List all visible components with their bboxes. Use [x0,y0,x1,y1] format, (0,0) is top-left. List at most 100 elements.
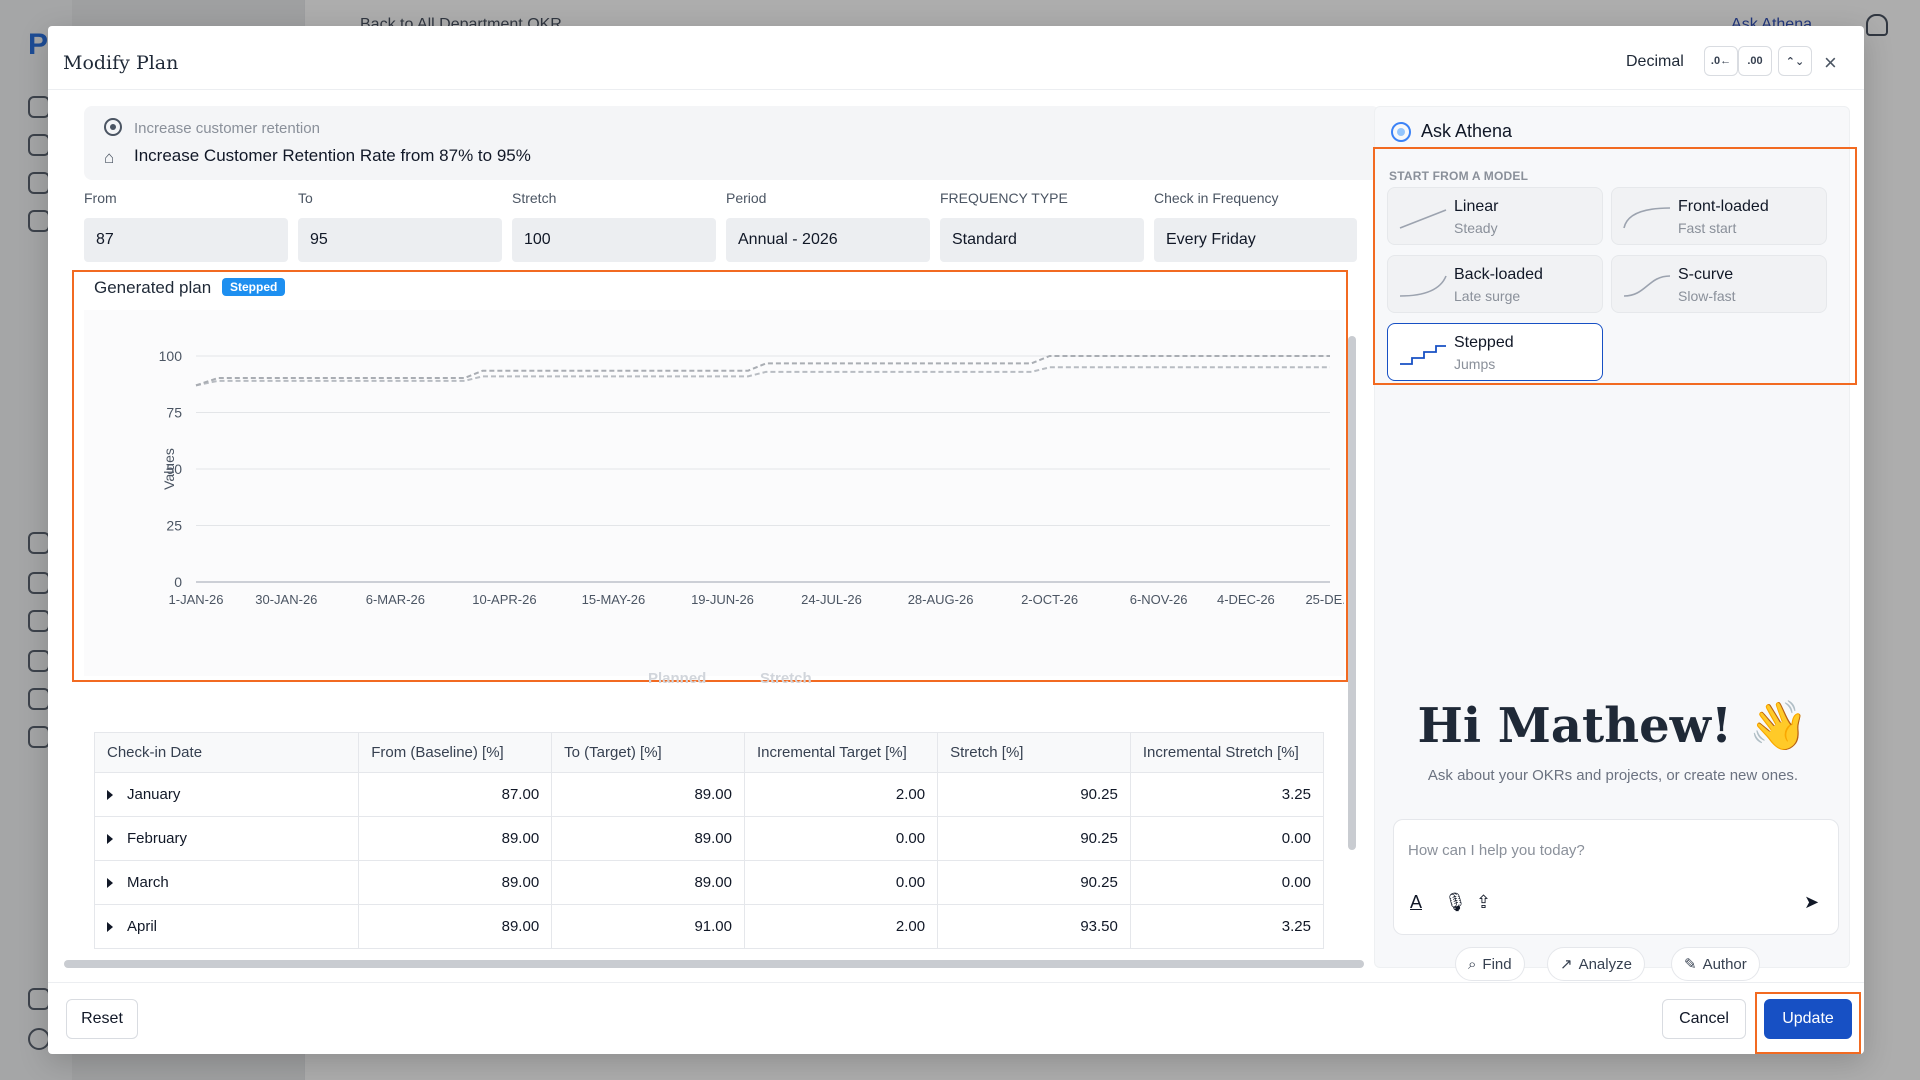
tag-icon: ⌂ [104,148,115,167]
table-cell: 87.00 [358,772,553,817]
target-icon [104,118,122,136]
checkin-table: Check-in Date From (Baseline) [%] To (Ta… [94,732,1324,970]
send-icon[interactable]: ➤ [1804,892,1819,913]
close-icon[interactable]: × [1824,50,1837,76]
month-cell[interactable]: February [94,816,360,861]
from-field: From 87 [84,190,288,262]
column-header: Stretch [%] [937,732,1131,773]
upload-icon[interactable]: ⇪ [1476,892,1491,913]
athena-prompt-box[interactable]: How can I help you today? A 🎙 ⇪ ➤ [1393,819,1839,935]
table-cell: 89.00 [551,860,745,905]
column-header: Incremental Stretch [%] [1129,732,1324,773]
table-row[interactable]: February 89.00 89.00 0.00 90.25 0.00 [94,816,1324,861]
to-input[interactable]: 95 [298,218,502,262]
table-row[interactable]: April 89.00 91.00 2.00 93.50 3.25 [94,904,1324,949]
stretch-input[interactable]: 100 [512,218,716,262]
table-cell: 2.00 [743,772,939,817]
table-row[interactable]: January 87.00 89.00 2.00 90.25 3.25 [94,772,1324,817]
x-tick-label: 28-AUG-26 [908,592,974,607]
column-header: Incremental Target [%] [743,732,939,773]
table-cell: 2.00 [743,904,939,949]
find-chip[interactable]: ⌕ Find [1455,947,1525,981]
from-input[interactable]: 87 [84,218,288,262]
month-cell[interactable]: January [94,772,360,817]
cancel-button[interactable]: Cancel [1662,999,1746,1039]
vertical-scrollbar[interactable] [1348,336,1356,850]
table-cell: 89.00 [551,816,745,861]
x-tick-label: 1-JAN-26 [169,592,224,607]
y-axis-label: Values [161,448,177,490]
month-cell[interactable]: April [94,904,360,949]
table-cell: 3.25 [1129,772,1324,817]
modal-footer: Reset Cancel Update [48,982,1864,1054]
month-cell[interactable]: March [94,860,360,905]
x-tick-label: 25-DE... [1305,592,1344,607]
key-result-title: Increase Customer Retention Rate from 87… [134,146,531,165]
chart-icon: ↗ [1560,956,1573,973]
reset-button[interactable]: Reset [66,999,138,1039]
x-tick-label: 6-NOV-26 [1130,592,1188,607]
table-cell: 89.00 [358,860,553,905]
update-highlight [1755,992,1861,1054]
horizontal-scrollbar[interactable] [64,960,1364,968]
plan-title: Generated plan [94,278,212,297]
modal-header: Modify Plan Decimal .0← .00 ⌃⌄ × [48,26,1864,90]
prompt-input[interactable]: How can I help you today? [1408,842,1585,859]
table-cell: 89.00 [551,772,745,817]
plan-fields: From 87 To 95 Stretch 100 Period Annual … [84,190,1394,270]
decrease-decimal-button[interactable]: .0← [1704,46,1738,76]
field-label: FREQUENCY TYPE [940,190,1068,206]
expand-caret-icon[interactable] [107,834,113,845]
plan-model-badge: Stepped [222,278,286,296]
check-in-frequency-field: Check in Frequency Every Friday [1154,190,1357,262]
table-cell: 3.25 [1129,904,1324,949]
modal-title: Modify Plan [63,52,179,74]
expand-caret-icon[interactable] [107,922,113,933]
text-format-icon[interactable]: A [1410,892,1422,913]
to-field: To 95 [298,190,502,262]
field-label: To [298,190,313,206]
greeting-title: Hi Mathew! 👋 [1417,698,1809,754]
expand-caret-icon[interactable] [107,790,113,801]
increase-decimal-button[interactable]: .00 [1738,46,1772,76]
decimal-toggle-button[interactable]: ⌃⌄ [1778,46,1812,76]
athena-header: Ask Athena [1391,121,1512,142]
expand-caret-icon[interactable] [107,878,113,889]
table-cell: 0.00 [743,860,939,905]
period-field: Period Annual - 2026 [726,190,930,262]
month-label: February [127,830,188,847]
column-header: Check-in Date [94,732,360,773]
greeting-subtitle: Ask about your OKRs and projects, or cre… [1427,767,1799,784]
y-tick-label: 100 [159,348,183,364]
x-tick-label: 30-JAN-26 [255,592,317,607]
microphone-icon[interactable]: 🎙 [1444,892,1467,913]
plan-chart: 100 75 50 25 0 Values 1-JAN-26 30-JAN-26 6-MAR-2… [84,310,1353,676]
table-cell: 90.25 [937,860,1131,905]
table-cell: 91.00 [551,904,745,949]
decimal-label: Decimal [1626,53,1684,70]
table-cell: 89.00 [358,904,553,949]
table-cell: 0.00 [1129,860,1324,905]
chip-label: Author [1702,955,1747,973]
modify-plan-modal: Modify Plan Decimal .0← .00 ⌃⌄ × Increas… [48,26,1864,1054]
check-in-frequency-select[interactable]: Every Friday [1154,218,1357,262]
table-row[interactable]: March 89.00 89.00 0.00 90.25 0.00 [94,860,1324,905]
period-select[interactable]: Annual - 2026 [726,218,930,262]
field-label: Stretch [512,190,557,206]
chip-label: Analyze [1578,955,1632,973]
legend-stretch[interactable]: Stretch [760,670,812,687]
x-tick-label: 24-JUL-26 [801,592,862,607]
y-tick-label: 75 [166,405,182,421]
analyze-chip[interactable]: ↗ Analyze [1547,947,1645,981]
pencil-icon: ✎ [1684,956,1697,973]
y-tick-label: 0 [174,574,182,590]
x-tick-label: 2-OCT-26 [1021,592,1078,607]
athena-title: Ask Athena [1421,121,1513,141]
author-chip[interactable]: ✎ Author [1671,947,1760,981]
series-line-planned [195,366,1330,387]
x-tick-label: 4-DEC-26 [1217,592,1275,607]
legend-planned[interactable]: Planned [648,670,706,687]
frequency-type-select[interactable]: Standard [940,218,1144,262]
search-icon: ⌕ [1468,955,1477,973]
field-label: From [84,190,117,206]
